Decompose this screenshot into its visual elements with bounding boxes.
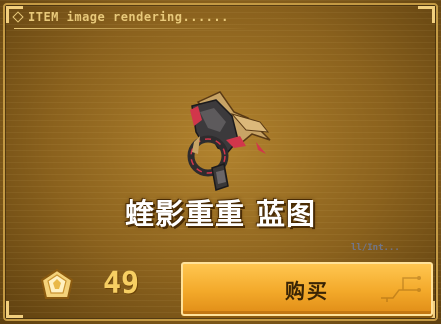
circuit-decoration (381, 276, 421, 302)
gem-currency-icon (40, 268, 74, 299)
header-divider (14, 28, 249, 29)
panel-header: ITEM image rendering...... (12, 10, 249, 29)
buy-button-label: 购买 (285, 278, 329, 303)
decorative-tag: ll/Int... (351, 243, 400, 253)
item-name: 蝰影重重 蓝图 (124, 197, 317, 231)
header-text: ITEM image rendering...... (28, 10, 229, 24)
buy-button[interactable]: 购买 (181, 262, 433, 316)
frame-corner (418, 6, 435, 23)
diamond-icon (12, 11, 24, 23)
weapon-blueprint-icon (187, 91, 271, 191)
frame-corner (6, 301, 23, 318)
shop-item-panel: ITEM image rendering...... 蝰影重重 蓝图 ll/In… (0, 0, 441, 324)
item-price: 49 (103, 266, 140, 301)
